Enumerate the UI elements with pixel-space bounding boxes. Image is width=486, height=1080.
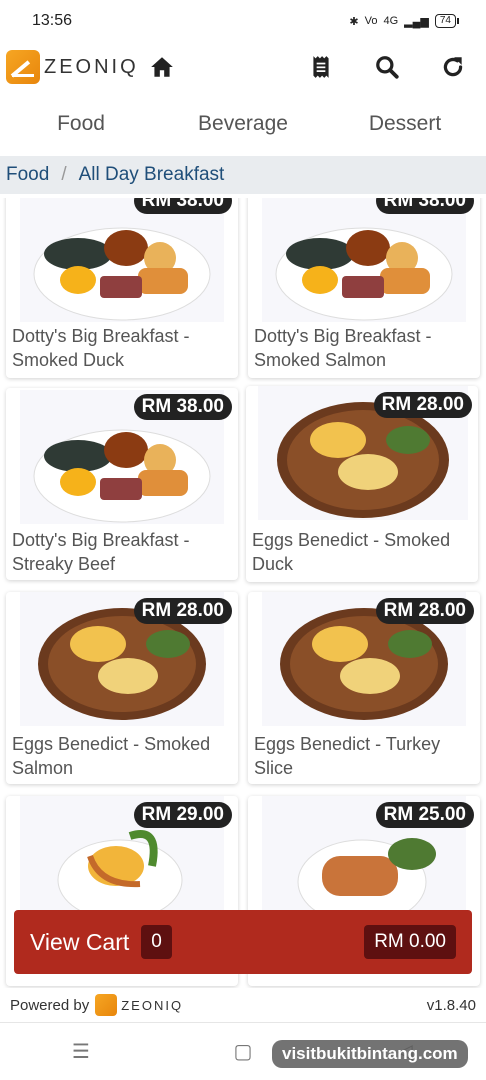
status-icons: ✱ Vo 4G ▂▄▆ 74 — [349, 14, 460, 28]
network-label: 4G — [383, 15, 399, 27]
app-version: v1.8.40 — [426, 996, 476, 1014]
receipt-icon[interactable] — [308, 54, 334, 80]
product-card[interactable]: RM 28.00 Eggs Benedict - Smoked Salmon — [6, 592, 238, 784]
powered-by-label: Powered by — [10, 996, 90, 1014]
cart-total: RM 0.00 — [364, 925, 456, 959]
breadcrumb-food[interactable]: Food — [6, 164, 49, 186]
product-name: Eggs Benedict - Smoked Duck — [252, 530, 451, 574]
volte-icon: Vo — [364, 15, 378, 27]
refresh-icon[interactable] — [440, 54, 466, 80]
footer: Powered by ZEONIQ v1.8.40 — [0, 990, 486, 1020]
battery-icon: 74 — [434, 14, 460, 28]
home-icon[interactable] — [149, 54, 175, 80]
breadcrumb: Food / All Day Breakfast — [0, 156, 486, 194]
product-name: Eggs Benedict - Turkey Slice — [254, 734, 441, 778]
footer-brand: ZEONIQ — [121, 997, 184, 1013]
product-card[interactable]: RM 28.00 Eggs Benedict - Turkey Slice — [248, 592, 480, 784]
product-price: RM 28.00 — [375, 598, 474, 624]
product-card[interactable]: RM 38.00 Dotty's Big Breakfast - Smoked … — [6, 198, 238, 378]
zeoniq-logo-icon — [6, 50, 40, 84]
brand-logo[interactable]: ZEONIQ — [6, 50, 139, 84]
view-cart-button[interactable]: View Cart 0 RM 0.00 — [14, 910, 472, 974]
product-price: RM 38.00 — [133, 198, 232, 214]
product-image-big-breakfast — [262, 198, 466, 322]
view-cart-label: View Cart — [30, 928, 130, 955]
watermark: visitbukitbintang.com — [272, 1040, 468, 1068]
status-time: 13:56 — [32, 12, 73, 29]
status-bar: 13:56 ✱ Vo 4G ▂▄▆ 74 — [0, 0, 486, 42]
product-card[interactable]: RM 28.00 Eggs Benedict - Smoked Duck — [246, 386, 478, 582]
tab-beverage[interactable]: Beverage — [162, 112, 324, 136]
product-card[interactable]: RM 38.00 Dotty's Big Breakfast - Smoked … — [248, 198, 480, 378]
product-price: RM 38.00 — [133, 394, 232, 420]
zeoniq-logo-icon — [95, 994, 118, 1016]
product-name: Dotty's Big Breakfast - Streaky Beef — [12, 530, 190, 574]
product-name: Dotty's Big Breakfast - Smoked Salmon — [254, 326, 432, 370]
header-actions — [308, 54, 466, 80]
product-card[interactable]: RM 38.00 Dotty's Big Breakfast - Streaky… — [6, 388, 238, 580]
product-name: Eggs Benedict - Smoked Salmon — [12, 734, 211, 778]
cart-count-badge: 0 — [141, 925, 172, 959]
tab-dessert[interactable]: Dessert — [324, 112, 486, 136]
category-tabs: Food Beverage Dessert — [0, 92, 486, 156]
breadcrumb-separator: / — [61, 164, 67, 185]
product-price: RM 28.00 — [373, 392, 472, 418]
breadcrumb-current: All Day Breakfast — [78, 164, 225, 185]
product-grid: RM 38.00 Dotty's Big Breakfast - Smoked … — [0, 198, 486, 988]
product-name: Dotty's Big Breakfast - Smoked Duck — [12, 326, 190, 370]
signal-icon: ▂▄▆ — [404, 15, 429, 28]
tab-food[interactable]: Food — [0, 112, 162, 136]
product-price: RM 25.00 — [375, 802, 474, 828]
brand-name: ZEONIQ — [44, 55, 139, 78]
product-image-big-breakfast — [20, 198, 224, 322]
app-header: ZEONIQ — [0, 42, 486, 92]
product-price: RM 38.00 — [375, 198, 474, 214]
menu-icon[interactable]: ☰ — [51, 1039, 111, 1064]
product-price: RM 28.00 — [133, 598, 232, 624]
search-icon[interactable] — [374, 54, 400, 80]
home-square-icon[interactable]: ▢ — [213, 1039, 273, 1064]
bluetooth-icon: ✱ — [349, 15, 359, 28]
product-price: RM 29.00 — [133, 802, 232, 828]
